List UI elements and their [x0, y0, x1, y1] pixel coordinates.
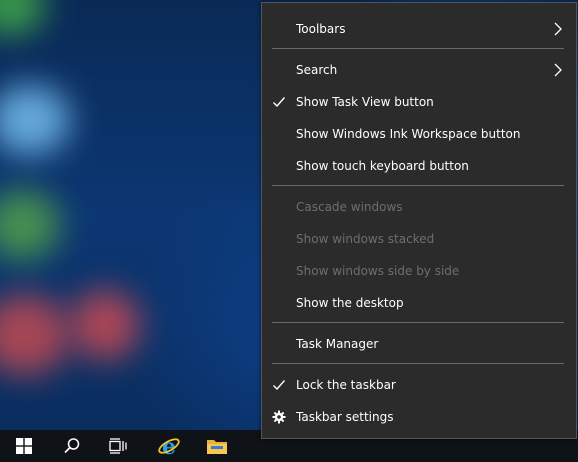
menu-item-label: Task Manager: [296, 337, 379, 351]
task-view-icon: [109, 438, 127, 454]
blurred-desktop-icon: [70, 290, 140, 360]
menu-item-label: Show Task View button: [296, 95, 434, 109]
menu-item-label: Toolbars: [296, 22, 346, 36]
menu-item-label: Show windows stacked: [296, 232, 435, 246]
menu-item-label: Show the desktop: [296, 296, 404, 310]
search-icon: [64, 438, 80, 454]
menu-item-show-windows-side-by-side: Show windows side by side: [262, 255, 576, 287]
taskbar-context-menu: Toolbars Search Show Task View button Sh…: [261, 2, 577, 439]
menu-item-show-task-view-button[interactable]: Show Task View button: [262, 86, 576, 118]
internet-explorer-button[interactable]: e: [145, 430, 193, 462]
menu-item-label: Show touch keyboard button: [296, 159, 469, 173]
menu-item-label: Search: [296, 63, 338, 77]
blurred-desktop-icon: [0, 85, 70, 155]
blurred-desktop-icon: [0, 190, 60, 260]
checkmark-icon: [273, 380, 286, 391]
menu-item-label: Taskbar settings: [296, 410, 394, 424]
menu-item-label: Show Windows Ink Workspace button: [296, 127, 521, 141]
internet-explorer-icon: e: [158, 434, 180, 458]
menu-item-label: Show windows side by side: [296, 264, 460, 278]
start-button[interactable]: [0, 430, 48, 462]
menu-separator: [272, 363, 564, 364]
menu-item-show-touch-keyboard-button[interactable]: Show touch keyboard button: [262, 150, 576, 182]
windows-logo-icon: [16, 438, 32, 454]
menu-item-task-manager[interactable]: Task Manager: [262, 328, 576, 360]
menu-item-show-the-desktop[interactable]: Show the desktop: [262, 287, 576, 319]
svg-text:e: e: [162, 434, 176, 458]
chevron-right-icon: [554, 22, 562, 36]
menu-item-search[interactable]: Search: [262, 54, 576, 86]
menu-item-show-windows-ink-workspace-button[interactable]: Show Windows Ink Workspace button: [262, 118, 576, 150]
file-explorer-button[interactable]: [193, 430, 241, 462]
task-view-button[interactable]: [94, 430, 142, 462]
gear-icon: [272, 410, 286, 424]
blurred-desktop-icon: [0, 295, 70, 375]
search-button[interactable]: [48, 430, 96, 462]
folder-icon: [207, 440, 227, 454]
menu-item-cascade-windows: Cascade windows: [262, 191, 576, 223]
menu-item-lock-the-taskbar[interactable]: Lock the taskbar: [262, 369, 576, 401]
menu-item-label: Lock the taskbar: [296, 378, 396, 392]
checkmark-icon: [273, 97, 286, 108]
chevron-right-icon: [554, 63, 562, 77]
menu-item-taskbar-settings[interactable]: Taskbar settings: [262, 401, 576, 433]
menu-separator: [272, 322, 564, 323]
menu-item-show-windows-stacked: Show windows stacked: [262, 223, 576, 255]
menu-separator: [272, 48, 564, 49]
blurred-desktop-icon: [0, 0, 45, 35]
menu-separator: [272, 185, 564, 186]
menu-item-toolbars[interactable]: Toolbars: [262, 13, 576, 45]
menu-item-label: Cascade windows: [296, 200, 403, 214]
